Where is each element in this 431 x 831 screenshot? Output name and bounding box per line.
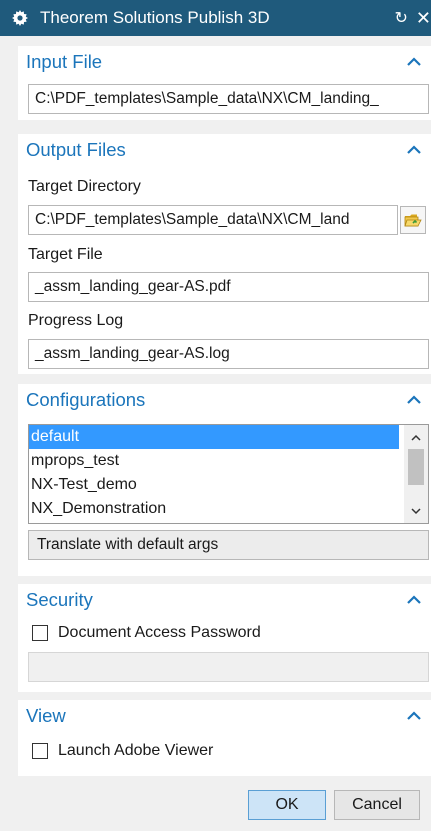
launch-viewer-label: Launch Adobe Viewer [58, 742, 214, 759]
configurations-list[interactable]: default mprops_test NX-Test_demo NX_Demo… [28, 424, 429, 524]
security-title: Security [26, 589, 93, 610]
target-file-label: Target File [28, 246, 103, 263]
scroll-down-icon[interactable] [404, 501, 428, 521]
document-password-checkbox[interactable] [32, 625, 48, 641]
scroll-up-icon[interactable] [404, 427, 428, 447]
progress-log-field[interactable]: _assm_landing_gear-AS.log [28, 339, 429, 369]
browse-folder-button[interactable] [400, 206, 426, 234]
close-icon[interactable]: ✕ [416, 8, 431, 29]
list-item[interactable]: NX_Demonstration [29, 497, 399, 521]
view-header[interactable]: View [18, 700, 431, 732]
input-file-header[interactable]: Input File [18, 46, 431, 78]
collapse-chevron-icon[interactable] [407, 395, 421, 405]
password-field[interactable] [28, 652, 429, 682]
view-section: View Launch Adobe Viewer [18, 700, 431, 776]
collapse-chevron-icon[interactable] [407, 595, 421, 605]
configurations-title: Configurations [26, 389, 146, 410]
list-item[interactable]: NX-Test_demo [29, 473, 399, 497]
configurations-section: Configurations default mprops_test NX-Te… [18, 384, 431, 576]
output-files-title: Output Files [26, 139, 126, 160]
progress-log-label: Progress Log [28, 312, 124, 329]
folder-open-icon [404, 214, 422, 226]
cancel-button[interactable]: Cancel [334, 790, 420, 820]
document-password-label: Document Access Password [58, 624, 261, 641]
collapse-chevron-icon[interactable] [407, 711, 421, 721]
scroll-thumb[interactable] [408, 449, 424, 485]
list-item[interactable]: mprops_test [29, 449, 399, 473]
target-file-field[interactable]: _assm_landing_gear-AS.pdf [28, 272, 429, 302]
window-title: Theorem Solutions Publish 3D [40, 8, 270, 27]
configurations-header[interactable]: Configurations [18, 384, 431, 416]
title-bar: Theorem Solutions Publish 3D ↻ ✕ [0, 0, 431, 36]
target-directory-field[interactable]: C:\PDF_templates\Sample_data\NX\CM_land [28, 205, 398, 235]
ok-button[interactable]: OK [248, 790, 326, 820]
list-scrollbar[interactable] [404, 425, 428, 523]
output-files-section: Output Files Target Directory C:\PDF_tem… [18, 134, 431, 374]
translate-default-args-button[interactable]: Translate with default args [28, 530, 429, 560]
input-file-section: Input File C:\PDF_templates\Sample_data\… [18, 46, 431, 120]
list-item[interactable]: default [29, 425, 399, 449]
security-section: Security Document Access Password [18, 584, 431, 692]
view-title: View [26, 705, 66, 726]
collapse-chevron-icon[interactable] [407, 57, 421, 67]
launch-viewer-checkbox[interactable] [32, 743, 48, 759]
gear-icon[interactable] [12, 10, 28, 26]
target-directory-label: Target Directory [28, 178, 141, 195]
input-file-title: Input File [26, 51, 103, 72]
security-header[interactable]: Security [18, 584, 431, 616]
document-password-checkbox-row[interactable]: Document Access Password [32, 624, 261, 642]
input-file-field[interactable]: C:\PDF_templates\Sample_data\NX\CM_landi… [28, 84, 429, 114]
collapse-chevron-icon[interactable] [407, 145, 421, 155]
launch-viewer-checkbox-row[interactable]: Launch Adobe Viewer [32, 742, 213, 760]
reset-icon[interactable]: ↻ [395, 8, 408, 28]
output-files-header[interactable]: Output Files [18, 134, 431, 166]
